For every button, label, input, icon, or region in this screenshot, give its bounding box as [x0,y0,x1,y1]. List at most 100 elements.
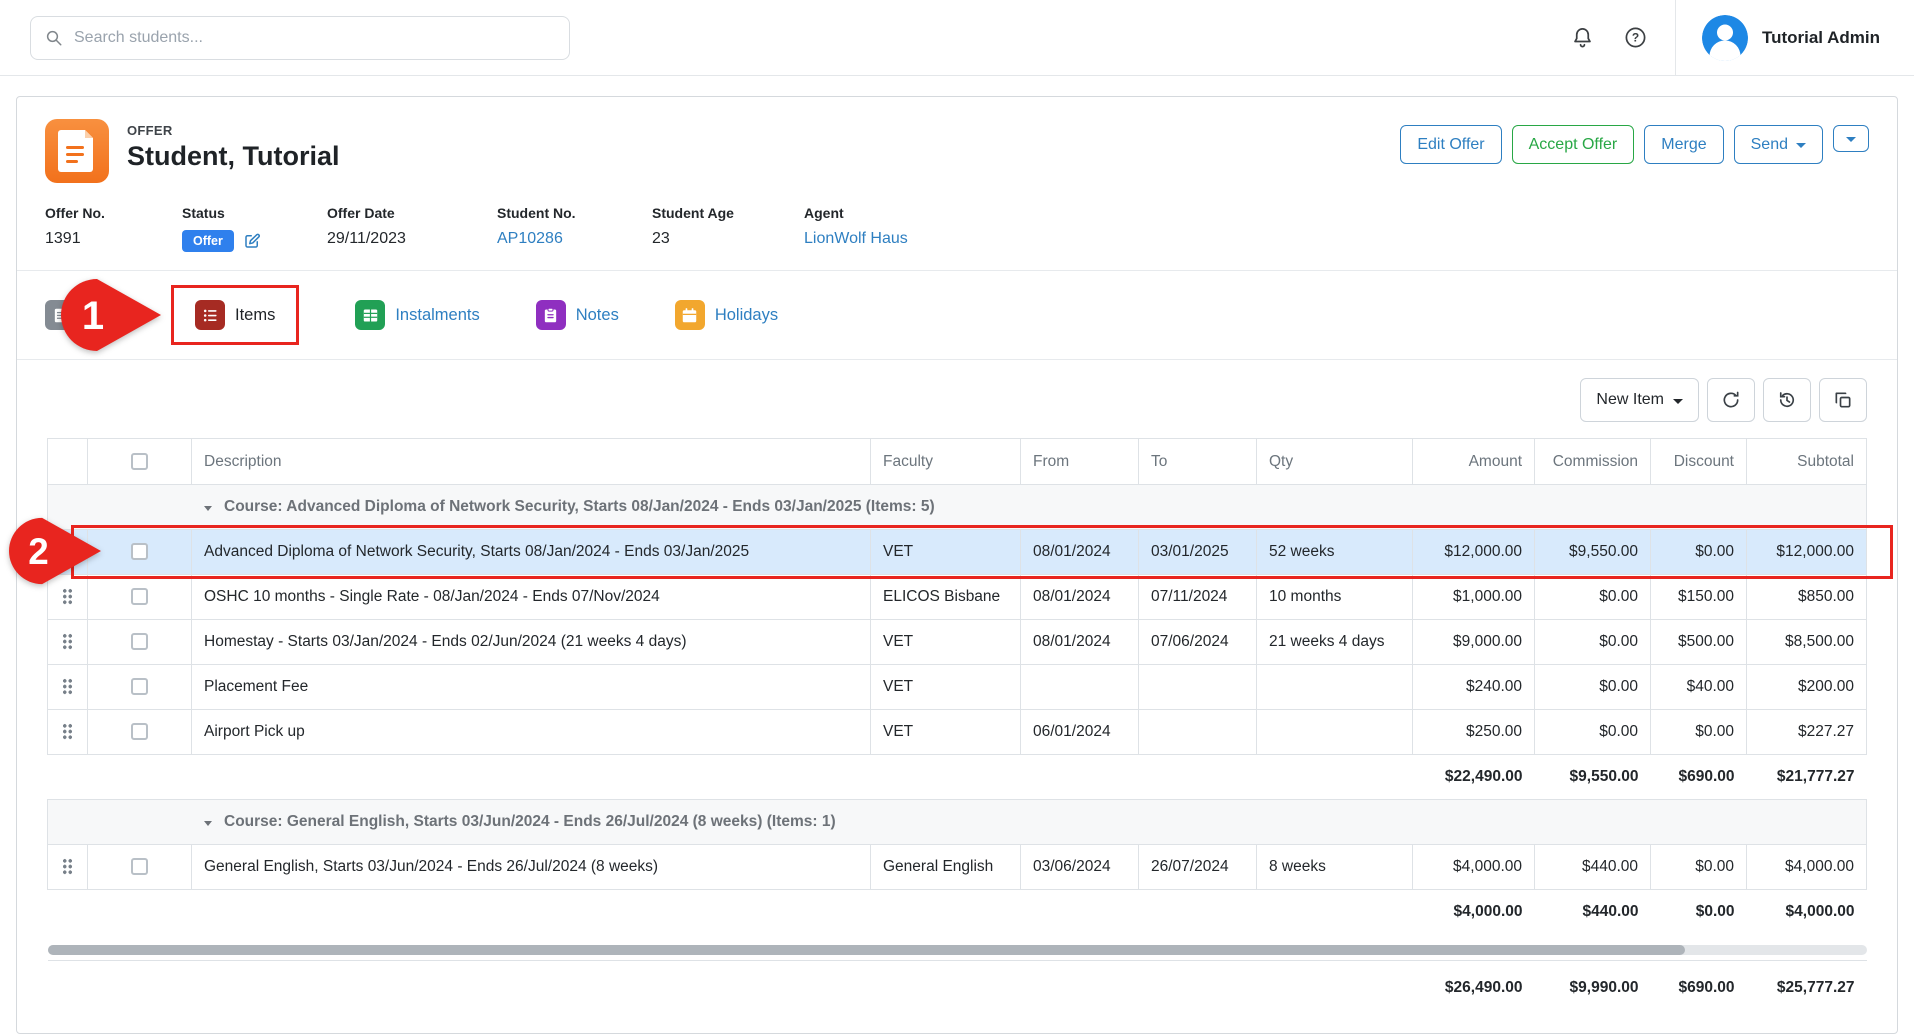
offer-no-label: Offer No. [45,205,182,221]
offer-no-value: 1391 [45,230,182,248]
drag-handle-icon[interactable] [62,588,73,605]
cell-subtotal: $8,500.00 [1747,620,1867,665]
history-button[interactable] [1763,378,1811,422]
hscrollbar-row [48,935,1867,961]
help-button[interactable]: ? [1624,26,1647,49]
cell-amount: $240.00 [1413,665,1535,710]
tab-notes[interactable]: Notes [536,300,619,330]
page: ? Tutorial Admin OFF [0,0,1914,1034]
drag-handle-icon[interactable] [62,723,73,740]
agent-link[interactable]: LionWolf Haus [804,230,908,248]
drag-handle-icon[interactable] [62,633,73,650]
select-all-checkbox[interactable] [131,453,148,470]
cell-description: Airport Pick up [192,710,871,755]
tab-items-label: Items [235,306,275,325]
search-box[interactable] [30,16,570,60]
cell-to: 07/06/2024 [1139,620,1257,665]
drag-handle-icon[interactable] [62,858,73,875]
items-table-area: Description Faculty From To Qty Amount C… [17,436,1897,1033]
card-head: OFFER Student, Tutorial Edit Offer Accep… [17,97,1897,183]
drag-cell[interactable] [48,620,88,665]
tab-holidays[interactable]: Holidays [675,300,778,330]
table-row[interactable]: Advanced Diploma of Network Security, St… [48,530,1867,575]
cell-faculty: General English [871,845,1021,890]
table-row[interactable]: Placement Fee VET $240.00 $0.00 $40.00 $… [48,665,1867,710]
notifications-button[interactable] [1571,26,1594,49]
checkbox-cell[interactable] [88,620,192,665]
tab-instalments[interactable]: Instalments [355,300,479,330]
send-button-label: Send [1751,135,1788,154]
items-table: Description Faculty From To Qty Amount C… [47,438,1867,1015]
group-header-row[interactable]: Course: Advanced Diploma of Network Secu… [48,485,1867,530]
hscrollbar-track[interactable] [48,945,1867,955]
head-text: OFFER Student, Tutorial [127,119,339,172]
drag-cell[interactable] [48,845,88,890]
row-checkbox[interactable] [131,633,148,650]
table-row[interactable]: OSHC 10 months - Single Rate - 08/Jan/20… [48,575,1867,620]
send-button[interactable]: Send [1734,125,1823,164]
new-item-button[interactable]: New Item [1580,378,1699,422]
tab-items[interactable]: Items [195,300,275,330]
student-no-link[interactable]: AP10286 [497,230,563,248]
checkbox-cell[interactable] [88,530,192,575]
topbar-right: ? Tutorial Admin [1541,0,1880,76]
row-checkbox[interactable] [131,723,148,740]
table-row[interactable]: Homestay - Starts 03/Jan/2024 - Ends 02/… [48,620,1867,665]
group-header-row[interactable]: Course: General English, Starts 03/Jun/2… [48,800,1867,845]
row-checkbox[interactable] [131,858,148,875]
drag-handle-icon[interactable] [62,543,73,560]
cell-from [1021,665,1139,710]
drag-handle-icon[interactable] [62,678,73,695]
cell-qty: 52 weeks [1257,530,1413,575]
cell-description: Homestay - Starts 03/Jan/2024 - Ends 02/… [192,620,871,665]
collapse-caret-icon[interactable] [204,506,212,511]
collapse-caret-icon[interactable] [204,821,212,826]
col-description: Description [192,439,871,485]
search-input[interactable] [74,29,555,47]
table-row[interactable]: General English, Starts 03/Jun/2024 - En… [48,845,1867,890]
checkbox-cell[interactable] [88,710,192,755]
cell-to [1139,665,1257,710]
caret-down-icon [1673,399,1683,404]
row-checkbox[interactable] [131,588,148,605]
checkbox-cell[interactable] [88,845,192,890]
cell-to [1139,710,1257,755]
row-checkbox[interactable] [131,678,148,695]
cell-commission: $0.00 [1535,620,1651,665]
table-row[interactable]: Airport Pick up VET 06/01/2024 $250.00 $… [48,710,1867,755]
more-actions-button[interactable] [1833,125,1869,152]
drag-column-header [48,439,88,485]
refresh-button[interactable] [1707,378,1755,422]
cell-commission: $0.00 [1535,665,1651,710]
hscrollbar-thumb[interactable] [48,945,1685,955]
checkbox-cell[interactable] [88,575,192,620]
edit-offer-button[interactable]: Edit Offer [1400,125,1501,164]
status-badge: Offer [182,230,234,252]
student-no-label: Student No. [497,205,652,221]
user-name[interactable]: Tutorial Admin [1762,28,1880,48]
status-label: Status [182,205,327,221]
question-circle-icon: ? [1624,26,1647,49]
drag-cell[interactable] [48,530,88,575]
group-total-discount: $690.00 [1651,755,1747,800]
cell-amount: $12,000.00 [1413,530,1535,575]
cell-qty: 21 weeks 4 days [1257,620,1413,665]
meta-student-no: Student No. AP10286 [497,205,652,252]
agent-label: Agent [804,205,908,221]
avatar[interactable] [1702,15,1748,61]
cell-commission: $0.00 [1535,575,1651,620]
accept-offer-button[interactable]: Accept Offer [1512,125,1635,164]
meta-status: Status Offer [182,205,327,252]
offer-date-label: Offer Date [327,205,497,221]
status-edit-icon[interactable] [243,232,261,250]
checkbox-cell[interactable] [88,665,192,710]
row-checkbox[interactable] [131,543,148,560]
copy-button[interactable] [1819,378,1867,422]
group-total-discount: $0.00 [1651,890,1747,935]
drag-cell[interactable] [48,710,88,755]
drag-cell[interactable] [48,665,88,710]
drag-cell[interactable] [48,575,88,620]
refresh-icon [1721,390,1741,410]
merge-button[interactable]: Merge [1644,125,1723,164]
grand-total-commission: $9,990.00 [1535,961,1651,1015]
